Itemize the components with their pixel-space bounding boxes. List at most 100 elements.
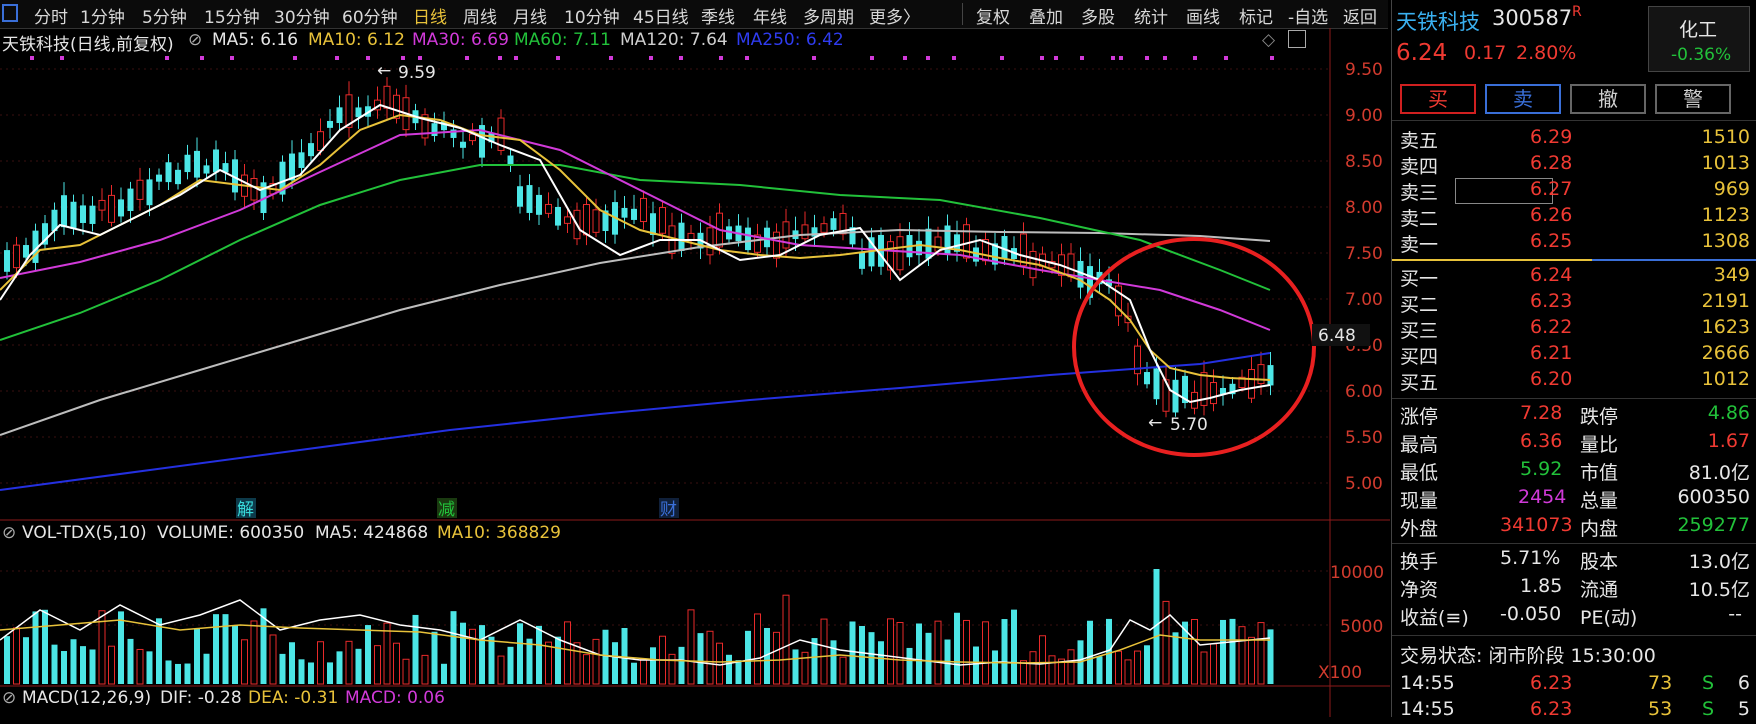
volume-bar xyxy=(1087,620,1093,684)
ask-row-2[interactable]: 卖二 6.26 1123 xyxy=(1400,204,1750,230)
candle-body xyxy=(250,177,258,201)
volume-bar xyxy=(1229,618,1236,684)
volume-bar xyxy=(32,611,39,684)
sector-box[interactable]: 化工 -0.36% xyxy=(1648,6,1750,72)
candle-body xyxy=(317,131,324,151)
volume-bar xyxy=(460,622,466,684)
stat-inner-volume: 259277 xyxy=(1677,514,1750,536)
candle-body xyxy=(203,165,210,174)
signal-dot xyxy=(230,56,234,60)
signal-dot xyxy=(366,56,370,60)
volume-bar xyxy=(89,649,96,684)
ask-price: 6.29 xyxy=(1530,126,1573,148)
volume-bar xyxy=(383,622,391,685)
candle-body xyxy=(963,224,970,259)
event-marker-cai[interactable]: 财 xyxy=(660,500,677,520)
volume-ma10-label: MA10: 368829 xyxy=(437,523,561,543)
signal-dot xyxy=(1119,56,1123,60)
volume-bar xyxy=(973,646,979,684)
candle-body xyxy=(184,154,191,173)
candle-body xyxy=(98,199,106,211)
volume-bar xyxy=(317,641,324,685)
stats-row-nav: 净资 1.85 流通 10.5亿 xyxy=(1400,575,1750,601)
event-marker-jian[interactable]: 减 xyxy=(438,500,455,520)
stat-label: 内盘 xyxy=(1580,518,1619,540)
volume-bar xyxy=(820,618,828,685)
bid-label: 买五 xyxy=(1400,372,1439,394)
stat-current-volume: 2454 xyxy=(1518,486,1567,508)
volume-bar xyxy=(355,648,362,684)
candle-body xyxy=(564,216,571,224)
stat-label: 量比 xyxy=(1580,434,1619,456)
stat-float: 10.5亿 xyxy=(1688,579,1750,601)
volume-bar xyxy=(441,663,447,684)
signal-dot xyxy=(1040,56,1044,60)
volume-bar xyxy=(602,629,609,684)
spread-divider xyxy=(1392,259,1592,261)
candle-body xyxy=(146,179,153,206)
volume-bar xyxy=(42,609,48,684)
signal-dot xyxy=(679,56,683,60)
volume-bar xyxy=(859,625,865,684)
candle-body xyxy=(460,141,466,148)
volume-bar xyxy=(1248,636,1255,685)
volume-tick: 10000 xyxy=(1330,563,1384,583)
sell-button[interactable]: 卖 xyxy=(1485,84,1561,114)
candle-body xyxy=(507,155,514,165)
volume-bar xyxy=(4,636,10,684)
event-marker-jie[interactable]: 解 xyxy=(237,500,254,520)
stat-label: 流通 xyxy=(1580,579,1619,601)
volume-bar xyxy=(1210,643,1217,685)
price-tick: 9.00 xyxy=(1345,106,1383,126)
ask-label: 卖一 xyxy=(1400,234,1439,256)
volume-bar xyxy=(545,641,552,685)
bid-price: 6.22 xyxy=(1530,316,1573,338)
price-tick: 7.00 xyxy=(1345,290,1383,310)
candle-body xyxy=(706,227,714,256)
signal-dot xyxy=(1193,56,1197,60)
volume-bar xyxy=(241,639,248,685)
signal-dot xyxy=(514,56,518,60)
volume-bar xyxy=(849,621,856,684)
candle-body xyxy=(61,195,67,228)
signal-dot xyxy=(1224,56,1228,60)
ask-row-5[interactable]: 卖五 6.29 1510 xyxy=(1400,126,1750,152)
signal-dot xyxy=(1054,56,1058,60)
bid-volume: 1623 xyxy=(1701,316,1750,338)
kline-chart[interactable]: ← 9.59 ← 5.70 9.50 9.00 8.50 8.00 7.50 7… xyxy=(0,0,1390,717)
volume-bar xyxy=(1238,626,1246,685)
alert-button[interactable]: 警 xyxy=(1655,84,1731,114)
sector-name: 化工 xyxy=(1679,19,1718,41)
volume-bar xyxy=(298,659,305,684)
volume-bar xyxy=(592,638,600,685)
bid-row-4[interactable]: 买四 6.21 2666 xyxy=(1400,342,1750,368)
tick-count: 6 xyxy=(1737,672,1750,694)
ask-row-1[interactable]: 卖一 6.25 1308 xyxy=(1400,230,1750,256)
volume-settings-icon[interactable]: ⊘ xyxy=(2,523,16,543)
bid-row-2[interactable]: 买二 6.23 2191 xyxy=(1400,290,1750,316)
volume-bar xyxy=(507,646,514,684)
ask-label: 卖二 xyxy=(1400,208,1439,230)
volume-bar xyxy=(621,628,628,684)
tick-row: 14:55 6.23 73 S 6 xyxy=(1400,672,1750,698)
ask-row-3[interactable]: 卖三 6.27 969 xyxy=(1400,178,1750,204)
macd-settings-icon[interactable]: ⊘ xyxy=(2,688,16,708)
tick-row: 14:55 6.23 53 S 5 xyxy=(1400,698,1750,724)
volume-bar xyxy=(887,618,894,685)
bid-row-3[interactable]: 买三 6.22 1623 xyxy=(1400,316,1750,342)
volume-bar xyxy=(896,622,904,685)
candle-body xyxy=(165,162,172,183)
stat-label: 跌停 xyxy=(1580,406,1619,428)
tick-price: 6.23 xyxy=(1530,672,1573,694)
bid-row-5[interactable]: 买五 6.20 1012 xyxy=(1400,368,1750,394)
volume-bar xyxy=(773,631,780,685)
candle-body xyxy=(383,85,391,109)
bid-row-1[interactable]: 买一 6.24 349 xyxy=(1400,264,1750,290)
bid-label: 买一 xyxy=(1400,268,1439,290)
buy-button[interactable]: 买 xyxy=(1400,84,1476,114)
cancel-order-button[interactable]: 撤 xyxy=(1570,84,1646,114)
bid-volume: 2666 xyxy=(1701,342,1750,364)
ask-row-4[interactable]: 卖四 6.28 1013 xyxy=(1400,152,1750,178)
volume-bar xyxy=(792,649,799,684)
volume-bar xyxy=(1115,650,1122,685)
